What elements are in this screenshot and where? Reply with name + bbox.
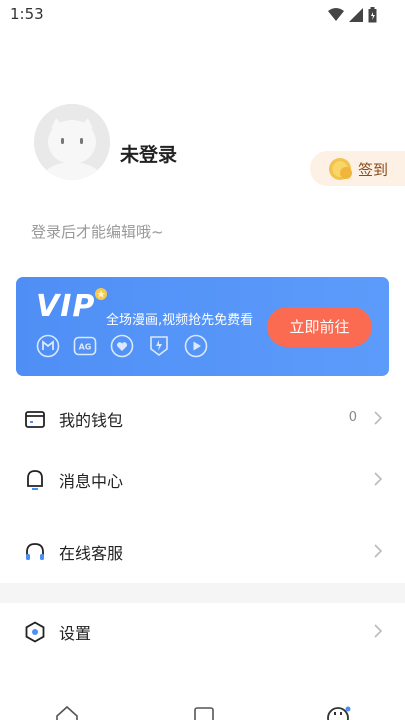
default-avatar-icon <box>34 104 110 180</box>
menu-label-messages: 消息中心 <box>59 472 124 491</box>
vip-description: 全场漫画,视频抢先免费看 <box>106 313 254 328</box>
bio-hint: 登录后才能编辑哦~ <box>31 223 164 241</box>
bookshelf-icon[interactable] <box>192 704 216 720</box>
username[interactable]: 未登录 <box>120 140 177 167</box>
wifi-icon <box>328 8 344 21</box>
menu-label-settings: 设置 <box>59 624 92 643</box>
signal-icon <box>349 8 363 22</box>
chevron-right-icon <box>374 544 383 558</box>
coin-icon <box>329 158 352 180</box>
bell-icon <box>27 470 43 490</box>
menu-item-wallet[interactable]: 我的钱包 0 <box>0 389 405 449</box>
crown-icon <box>95 288 107 300</box>
vip-banner[interactable]: VIP 全场漫画,视频抢先免费看 AG 立即前往 <box>16 277 389 376</box>
bottom-nav <box>0 702 405 720</box>
status-bar: 1:53 <box>0 0 405 30</box>
vip-icons: AG <box>36 334 208 358</box>
menu-item-settings[interactable]: 设置 <box>0 602 405 662</box>
play-icon <box>184 334 208 358</box>
menu-label-support: 在线客服 <box>59 544 124 563</box>
menu-item-messages[interactable]: 消息中心 <box>0 450 405 510</box>
profile-icon[interactable] <box>326 704 352 720</box>
trophy-icon <box>150 336 168 356</box>
battery-icon <box>368 7 377 23</box>
svg-text:AG: AG <box>79 343 92 352</box>
status-icons <box>328 7 377 23</box>
section-divider <box>0 583 405 603</box>
home-icon[interactable] <box>55 704 79 720</box>
avatar[interactable] <box>34 104 110 180</box>
menu-item-support[interactable]: 在线客服 <box>0 522 405 582</box>
settings-icon <box>25 621 45 643</box>
headset-icon <box>26 543 44 560</box>
vip-cta-button[interactable]: 立即前往 <box>267 307 372 347</box>
comic-icon <box>36 334 60 358</box>
animation-icon: AG <box>73 336 97 356</box>
menu-label-wallet: 我的钱包 <box>59 411 124 430</box>
wallet-icon <box>25 411 45 428</box>
signin-button[interactable]: 签到 <box>310 151 405 186</box>
chevron-right-icon <box>374 472 383 486</box>
chevron-right-icon <box>374 624 383 638</box>
heart-icon <box>110 334 134 358</box>
signin-label: 签到 <box>358 161 389 179</box>
chevron-right-icon <box>374 411 383 425</box>
vip-logo: VIP <box>36 289 96 324</box>
wallet-count: 0 <box>348 410 357 425</box>
status-time: 1:53 <box>10 5 44 23</box>
